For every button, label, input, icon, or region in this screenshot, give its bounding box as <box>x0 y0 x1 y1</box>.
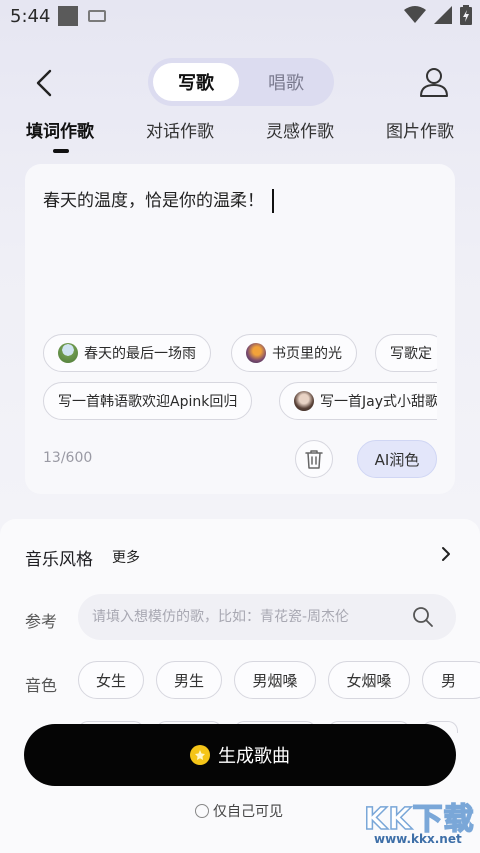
battery-icon <box>460 5 472 25</box>
generate-song-button[interactable]: 生成歌曲 <box>24 724 456 786</box>
suggestion-chip[interactable]: 写一首Jay式小甜歌 <box>279 382 437 420</box>
voice-options: 女生 男生 男烟嗓 女烟嗓 男 <box>78 661 480 701</box>
suggestion-label: 写歌定 <box>390 346 432 362</box>
more-styles-link[interactable]: 更多 <box>112 547 140 567</box>
keyboard-icon <box>88 10 106 22</box>
search-icon[interactable] <box>412 606 434 628</box>
voice-option-male[interactable]: 男生 <box>156 661 222 699</box>
voice-option-male-smoky[interactable]: 男烟嗓 <box>234 661 316 699</box>
char-counter: 13/600 <box>43 450 93 466</box>
status-time: 5:44 <box>10 6 51 27</box>
top-bar: 写歌 唱歌 <box>0 56 480 108</box>
tab-dialogue[interactable]: 对话作歌 <box>146 117 214 142</box>
avatar-thumb-icon <box>294 391 314 411</box>
suggestion-chip[interactable]: 写歌定 <box>375 334 437 372</box>
notification-icon <box>58 6 78 26</box>
back-arrow-icon[interactable] <box>30 68 60 98</box>
lyrics-text: 春天的温度，恰是你的温柔！ <box>43 191 264 211</box>
tab-inspiration[interactable]: 灵感作歌 <box>266 117 334 142</box>
tab-indicator <box>53 149 69 153</box>
signal-icon <box>434 6 452 24</box>
status-bar: 5:44 <box>0 0 480 34</box>
voice-label: 音色 <box>25 676 58 695</box>
landscape-thumb-icon <box>58 343 78 363</box>
suggestion-chip[interactable]: 春天的最后一场雨 <box>43 334 211 372</box>
text-caret <box>272 189 274 213</box>
reference-label: 参考 <box>25 612 58 631</box>
reference-input[interactable] <box>78 594 456 640</box>
trash-icon <box>305 450 323 469</box>
mode-switch: 写歌 唱歌 <box>148 58 334 106</box>
lyrics-card: 春天的温度，恰是你的温柔！ 春天的最后一场雨 书页里的光 写歌定 写一首韩语歌欢… <box>25 164 455 494</box>
sunset-thumb-icon <box>246 343 266 363</box>
site-watermark: KK下载 www.kkx.net <box>360 794 480 850</box>
wifi-icon <box>404 6 426 23</box>
voice-option-partial[interactable]: 男 <box>422 661 480 699</box>
lyrics-input[interactable]: 春天的温度，恰是你的温柔！ <box>43 186 274 213</box>
creation-tabs: 填词作歌 对话作歌 灵感作歌 图片作歌 <box>0 117 480 157</box>
suggestion-label: 写一首韩语歌欢迎Apink回归 <box>58 394 238 410</box>
voice-option-female[interactable]: 女生 <box>78 661 144 699</box>
segment-sing-song[interactable]: 唱歌 <box>243 63 329 101</box>
user-icon[interactable] <box>418 66 450 98</box>
coin-icon <box>190 745 210 765</box>
voice-option-female-smoky[interactable]: 女烟嗓 <box>328 661 410 699</box>
suggestion-label: 书页里的光 <box>272 346 342 362</box>
clear-button[interactable] <box>295 440 333 478</box>
suggestion-chip[interactable]: 写一首韩语歌欢迎Apink回归 <box>43 382 253 420</box>
suggestion-label: 写一首Jay式小甜歌 <box>320 394 437 410</box>
privacy-toggle[interactable]: 仅自己可见 <box>195 801 283 821</box>
tab-fill-lyrics[interactable]: 填词作歌 <box>26 117 94 142</box>
segment-write-song[interactable]: 写歌 <box>153 63 239 101</box>
suggestion-label: 春天的最后一场雨 <box>84 346 196 362</box>
tab-image[interactable]: 图片作歌 <box>386 117 454 142</box>
chevron-right-icon[interactable] <box>438 545 454 563</box>
privacy-label: 仅自己可见 <box>213 804 283 820</box>
generate-label: 生成歌曲 <box>218 746 290 767</box>
watermark-url: www.kkx.net <box>374 832 462 846</box>
suggestion-chips: 春天的最后一场雨 书页里的光 写歌定 写一首韩语歌欢迎Apink回归 写一首Ja… <box>43 334 437 424</box>
ai-polish-button[interactable]: AI润色 <box>357 440 437 478</box>
music-style-title: 音乐风格 <box>25 550 93 570</box>
radio-unchecked-icon <box>195 804 209 818</box>
suggestion-chip[interactable]: 书页里的光 <box>231 334 357 372</box>
